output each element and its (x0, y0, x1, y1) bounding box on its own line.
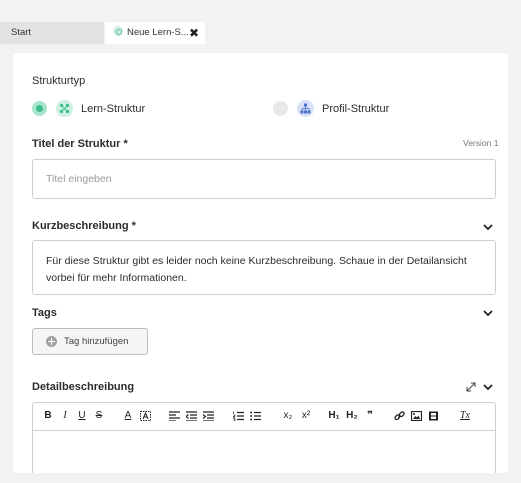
close-icon[interactable]: ✖ (189, 22, 199, 44)
hierarchy-icon (297, 100, 314, 117)
underline-button[interactable]: U (76, 403, 88, 429)
strikethrough-button[interactable]: S (93, 403, 105, 429)
expand-arrows-icon[interactable] (466, 382, 476, 392)
structure-nodes-icon (56, 100, 73, 117)
bold-button[interactable]: B (42, 403, 54, 429)
link-icon[interactable] (394, 411, 405, 421)
italic-button[interactable]: I (59, 403, 71, 429)
detail-description-editor[interactable] (32, 430, 496, 473)
tab-bar: Start Neue Lern-S... ✖ (0, 22, 521, 44)
tags-label: Tags (32, 307, 57, 319)
version-label: Version 1 (463, 138, 499, 148)
background-color-icon[interactable] (140, 411, 151, 421)
font-color-button[interactable]: A (122, 403, 134, 429)
title-label: Titel der Struktur * (32, 138, 128, 150)
heading1-button[interactable]: H₁ (327, 403, 341, 429)
plus-circle-icon (46, 336, 57, 347)
detail-description-label: Detailbeschreibung (32, 381, 135, 393)
add-tag-button[interactable]: Tag hinzufügen (32, 328, 148, 355)
superscript-button[interactable]: x² (299, 403, 313, 429)
structure-type-label: Strukturtyp (32, 75, 86, 87)
tab-new-learning-structure[interactable]: Neue Lern-S... ✖ (105, 22, 205, 44)
indent-increase-icon[interactable] (203, 411, 214, 421)
title-placeholder: Titel eingeben (46, 173, 112, 185)
option-learn-structure-label[interactable]: Lern-Struktur (81, 103, 145, 115)
short-description-field[interactable]: Für diese Struktur gibt es leider noch k… (32, 240, 496, 295)
indent-decrease-icon[interactable] (186, 411, 197, 421)
radio-profile-structure[interactable] (273, 101, 288, 116)
add-tag-label: Tag hinzufügen (64, 336, 129, 347)
option-profile-structure-label[interactable]: Profil-Struktur (322, 103, 389, 115)
radio-learn-structure[interactable] (32, 101, 47, 116)
chevron-down-icon[interactable] (482, 308, 494, 318)
short-description-text: Für diese Struktur gibt es leider noch k… (46, 255, 467, 284)
video-icon[interactable] (428, 411, 439, 421)
clear-format-button[interactable]: Tx (458, 403, 472, 429)
tab-start-label: Start (11, 27, 32, 38)
tab-active-label: Neue Lern-S... (127, 27, 189, 38)
ordered-list-icon[interactable] (233, 411, 244, 421)
structure-form-panel: Strukturtyp Lern-Struktur Profil-Struktu… (13, 53, 508, 473)
short-description-label: Kurzbeschreibung * (32, 220, 136, 232)
chevron-down-icon[interactable] (482, 382, 494, 392)
tab-start[interactable]: Start (0, 22, 104, 44)
structure-nodes-icon (113, 26, 123, 36)
bullet-list-icon[interactable] (250, 411, 261, 421)
image-icon[interactable] (411, 411, 422, 421)
editor-toolbar: B I U S A x₂ x² H₁ H₂ ❞ Tx (32, 402, 496, 430)
title-input[interactable]: Titel eingeben (32, 159, 496, 199)
heading2-button[interactable]: H₂ (345, 403, 359, 429)
quote-button[interactable]: ❞ (364, 403, 376, 429)
align-left-icon[interactable] (169, 411, 180, 421)
chevron-down-icon[interactable] (482, 222, 494, 232)
subscript-button[interactable]: x₂ (281, 403, 295, 429)
